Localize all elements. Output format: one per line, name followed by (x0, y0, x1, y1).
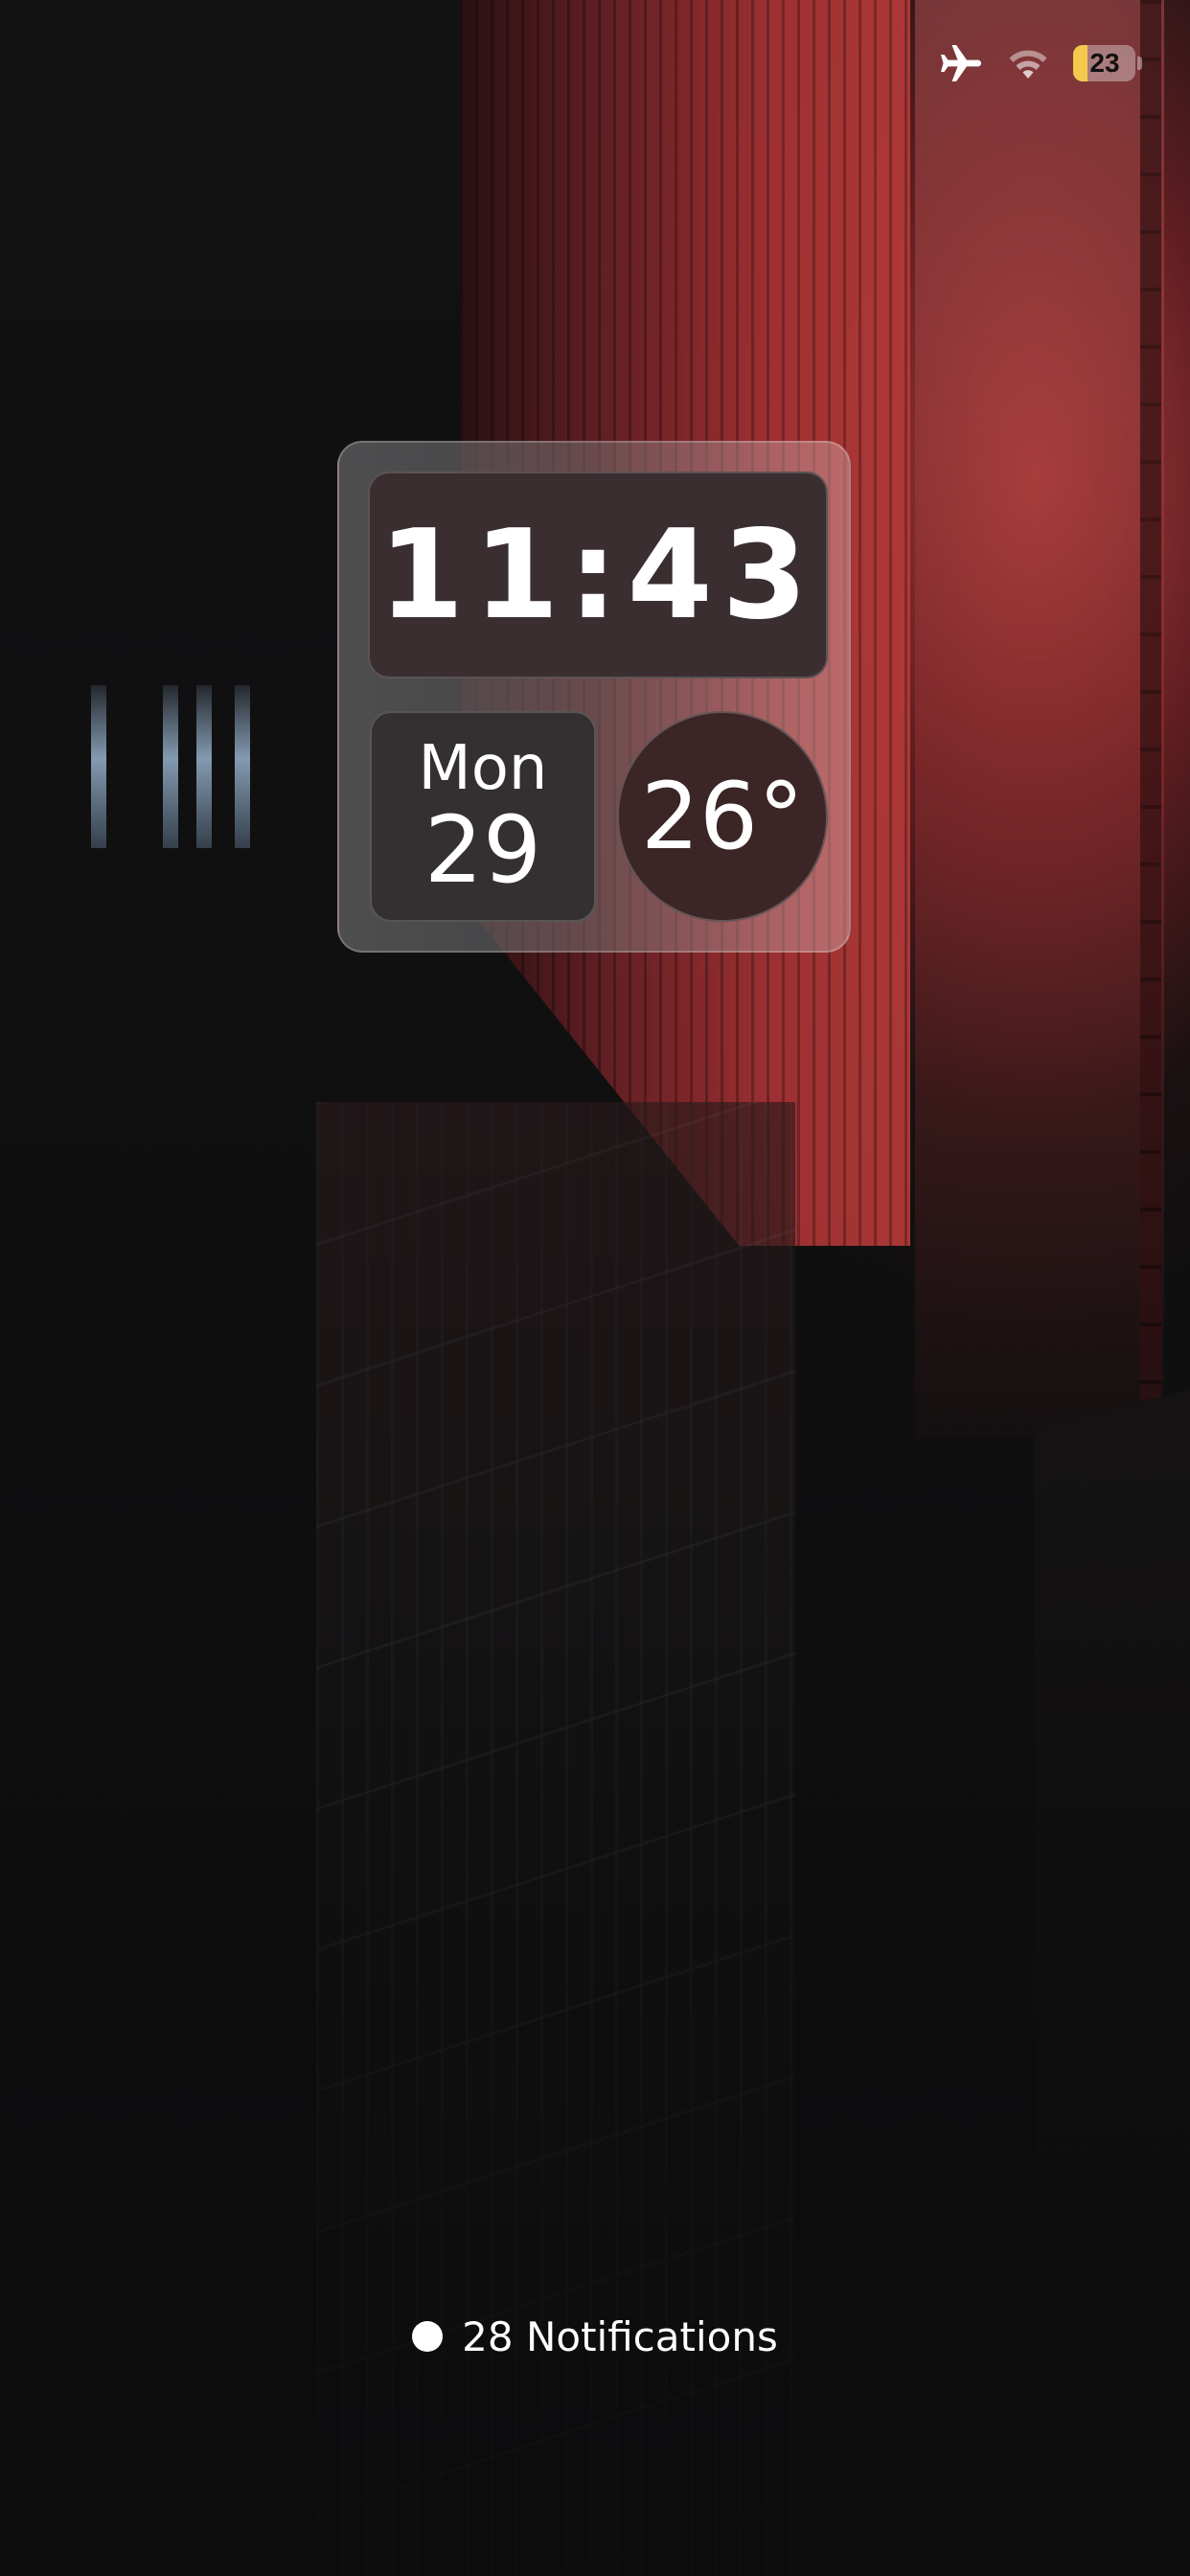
airplane-icon (939, 44, 983, 82)
wallpaper-lit-windows (91, 685, 268, 848)
wallpaper-pillar (1140, 0, 1161, 1399)
temperature-tile: 26° (617, 711, 828, 922)
time-tile: 11:43 (368, 472, 828, 678)
battery-percent: 23 (1089, 48, 1120, 78)
wallpaper-glow (915, 0, 1164, 1438)
time-display: 11:43 (378, 503, 817, 647)
battery-indicator: 23 (1073, 45, 1142, 81)
clock-widget[interactable]: 11:43 Mon 29 26° (337, 441, 851, 953)
wifi-icon (1006, 46, 1050, 80)
lock-screen: 23 11:43 Mon 29 26° 28 Notifications (0, 0, 1190, 2576)
temperature-value: 26° (640, 763, 805, 870)
notifications-summary[interactable]: 28 Notifications (0, 2310, 1190, 2363)
battery-body: 23 (1073, 45, 1136, 81)
battery-cap (1137, 57, 1142, 70)
wallpaper-bottom-fade (0, 1629, 1190, 2576)
weekday-label: Mon (418, 733, 548, 804)
notifications-label: 28 Notifications (462, 2312, 778, 2360)
date-tile: Mon 29 (370, 711, 596, 922)
date-number: 29 (423, 796, 542, 904)
notification-dot-icon (412, 2321, 444, 2352)
status-bar: 23 (939, 42, 1142, 84)
